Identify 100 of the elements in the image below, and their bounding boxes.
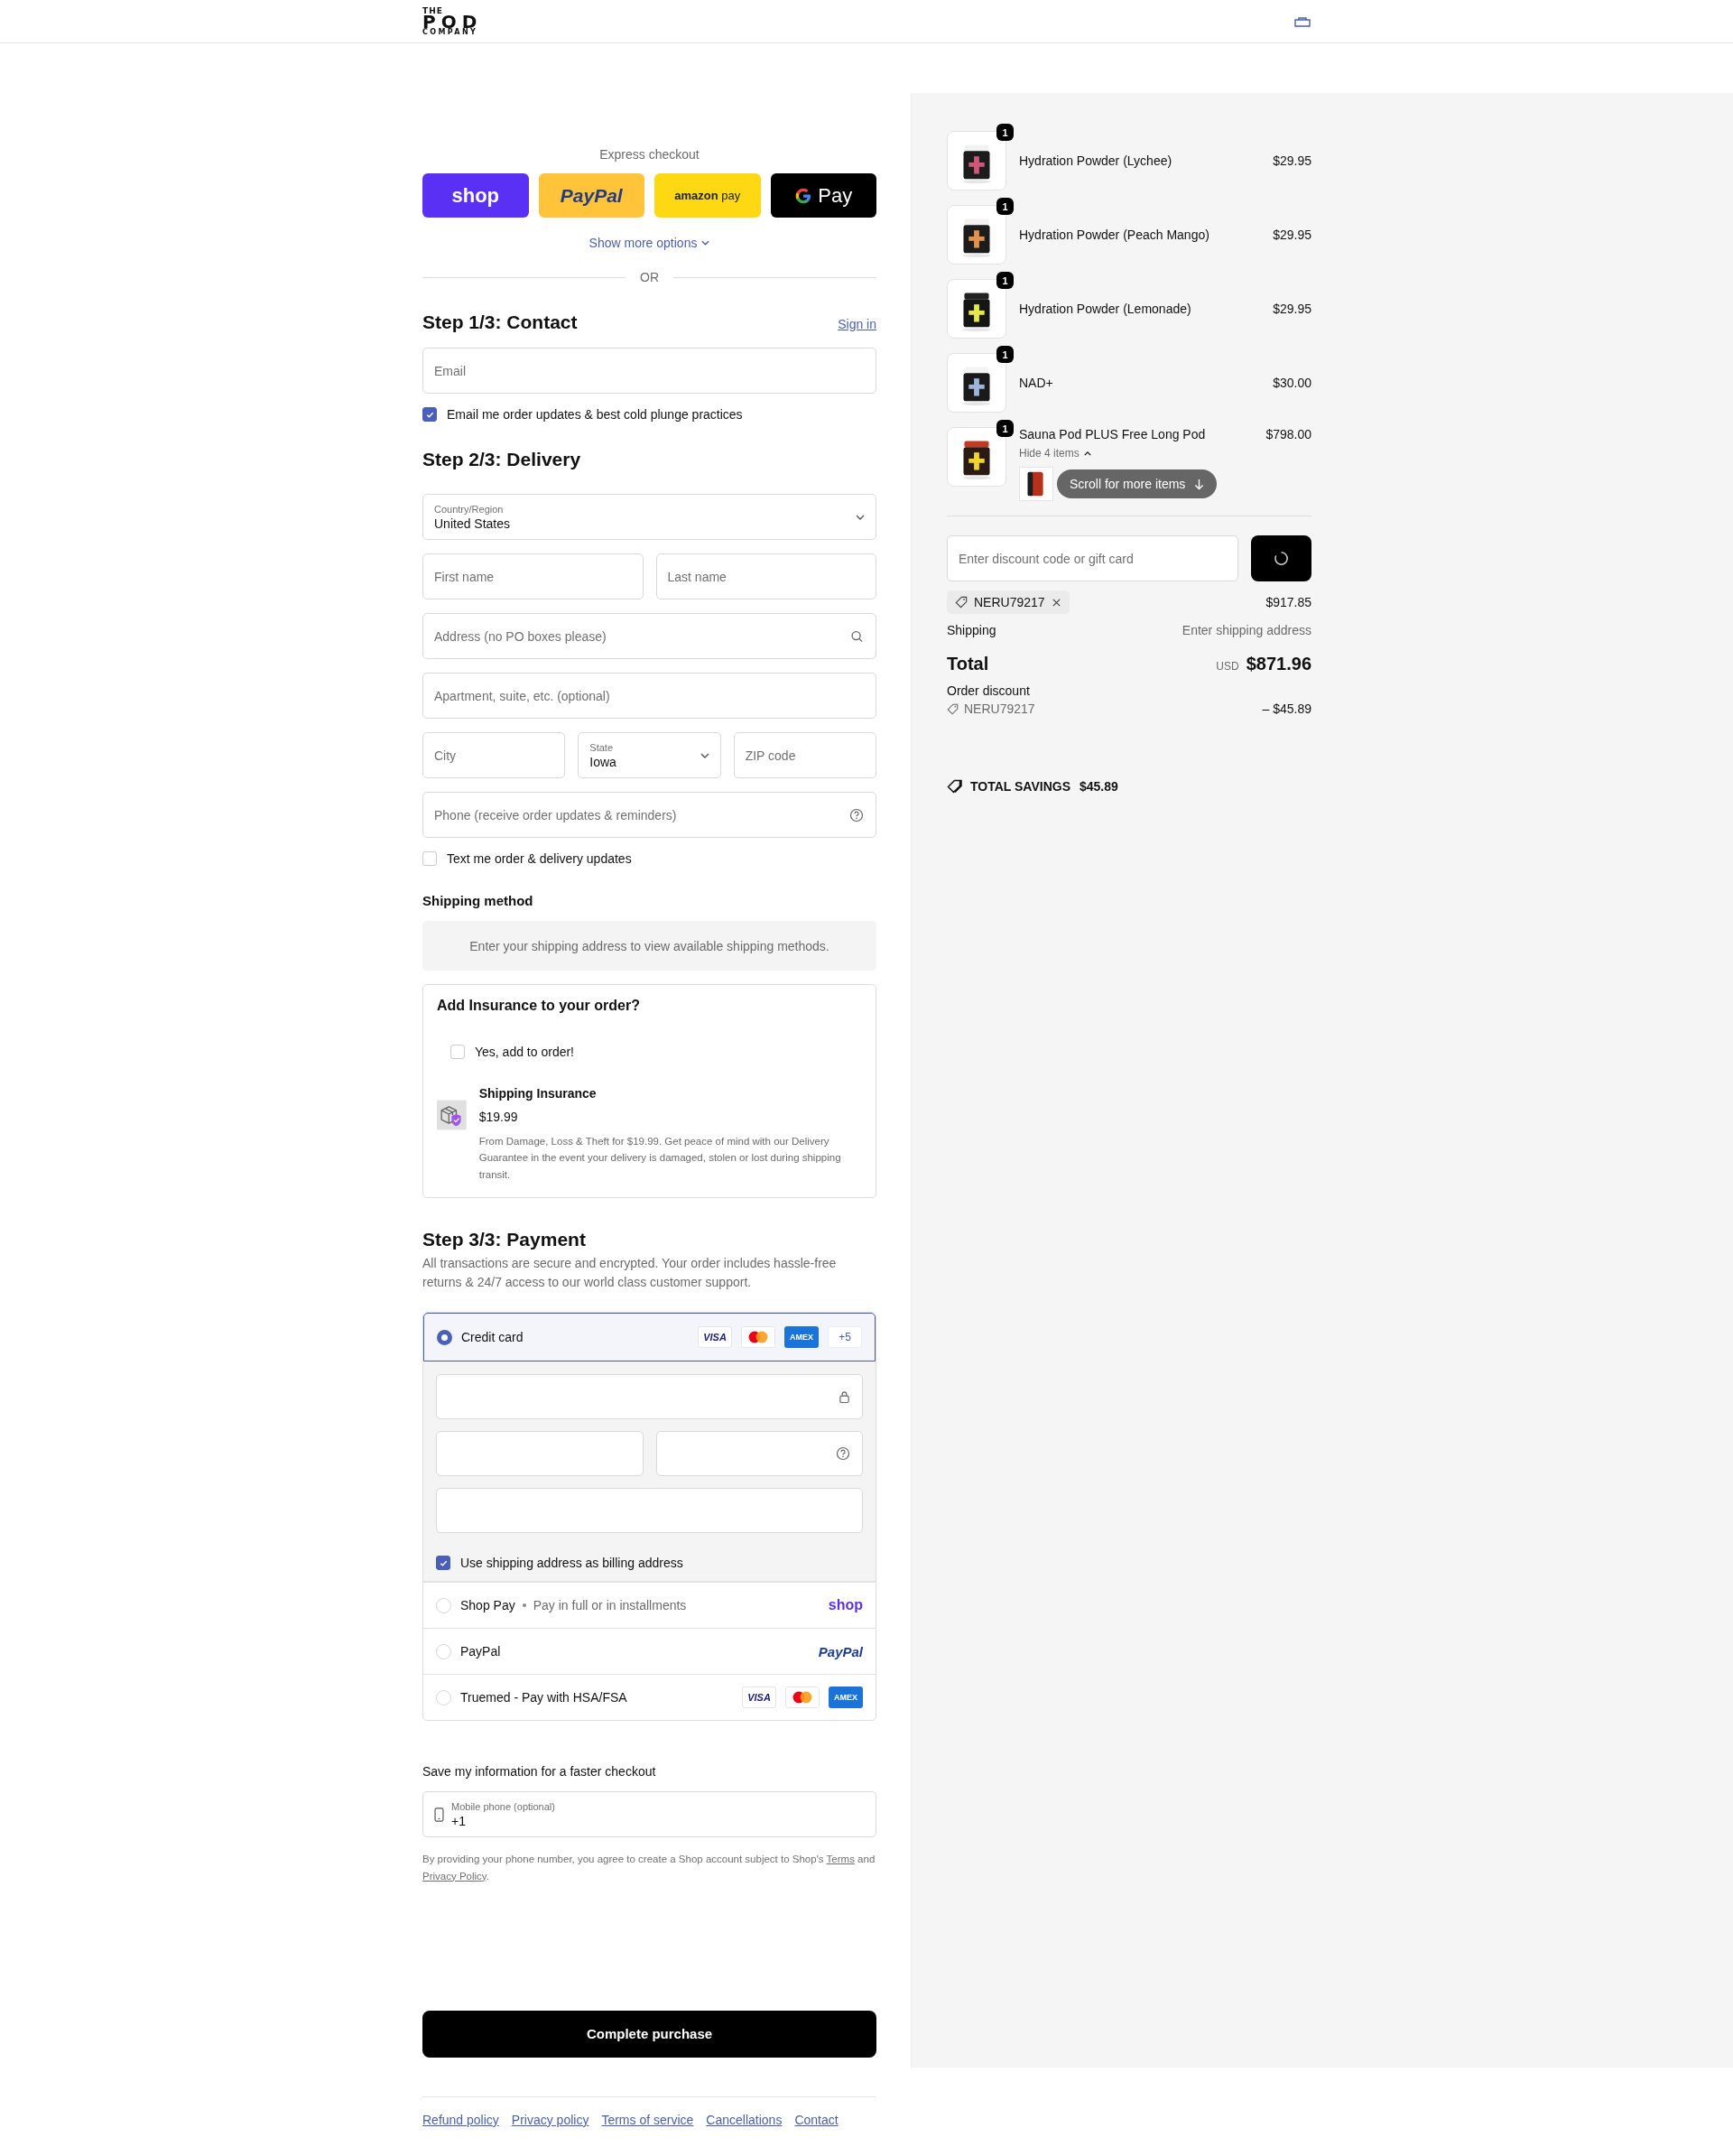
payment-heading: Step 3/3: Payment: [422, 1229, 587, 1251]
paypal-button[interactable]: PayPal: [538, 173, 644, 218]
g-logo-icon: [794, 186, 813, 205]
amazon-pay-button[interactable]: amazon pay: [654, 173, 761, 218]
arrow-down-icon: [1194, 478, 1205, 490]
or-divider-label: OR: [640, 270, 659, 284]
help-icon[interactable]: [849, 807, 864, 822]
radio-button[interactable]: [437, 1329, 452, 1345]
product-price: $29.95: [1273, 153, 1311, 168]
show-more-options-link[interactable]: Show more options: [588, 236, 710, 250]
payment-description: All transactions are secure and encrypted. Your order includes hassle-free returns & 24/7 access to our world class customer support.: [422, 1255, 838, 1292]
checkbox[interactable]: [436, 1556, 450, 1571]
security-code-field[interactable]: [655, 1431, 863, 1477]
city-field[interactable]: City: [422, 732, 566, 778]
payment-option-label: Shop Pay: [460, 1598, 515, 1613]
express-checkout-title: Express checkout: [598, 147, 700, 162]
discount-code-field[interactable]: Enter discount code or gift card: [947, 535, 1238, 581]
hide-items-toggle[interactable]: Hide 4 items: [1019, 447, 1091, 460]
bullet-icon: [522, 1603, 526, 1608]
shop-pay-button[interactable]: shop: [422, 173, 529, 218]
quantity-badge: 1: [996, 124, 1014, 141]
payment-option-label: Credit card: [461, 1330, 524, 1345]
apply-button[interactable]: [1251, 535, 1311, 581]
complete-purchase-button[interactable]: Complete purchase: [422, 2010, 876, 2058]
footer-link[interactable]: Contact: [794, 2112, 839, 2127]
footer-link[interactable]: Cancellations: [706, 2112, 783, 2127]
amex-logo: AMEX: [784, 1326, 819, 1349]
currency-code: USD: [1216, 660, 1239, 673]
contact-heading: Step 1/3: Contact: [422, 311, 578, 333]
zip-code-field[interactable]: ZIP code: [733, 732, 876, 778]
product-price: $30.00: [1273, 376, 1311, 390]
total-savings-amount: $45.89: [1080, 779, 1118, 794]
sign-in-link[interactable]: Sign in: [838, 317, 876, 331]
payment-option[interactable]: Truemed - Pay with HSA/FSA VISA AMEX: [423, 1674, 876, 1721]
product-name: Hydration Powder (Lychee): [1019, 153, 1172, 168]
insurance-heading: Add Insurance to your order?: [437, 998, 641, 1014]
lock-icon: [839, 1389, 850, 1404]
more-brands-badge: +5: [828, 1326, 862, 1349]
checkbox-label: Email me order updates & best cold plunge practices: [447, 407, 743, 422]
payment-option[interactable]: Shop Pay Pay in full or in installments shop: [423, 1582, 876, 1629]
total-amount: $871.96: [1246, 654, 1311, 674]
quantity-badge: 1: [996, 198, 1014, 215]
checkbox-label: Text me order & delivery updates: [447, 851, 632, 866]
save-info-heading: Save my information for a faster checkout: [422, 1764, 657, 1780]
mobile-phone-field[interactable]: Mobile phone (optional) +1: [422, 1791, 876, 1838]
delivery-heading: Step 2/3: Delivery: [422, 449, 582, 470]
tag-icon: [947, 702, 959, 715]
quantity-badge: 1: [996, 272, 1014, 289]
visa-logo: VISA: [698, 1326, 732, 1349]
payment-option-label: PayPal: [460, 1644, 501, 1659]
name-on-card-field[interactable]: [436, 1488, 863, 1534]
quantity-badge: 1: [996, 420, 1014, 437]
scroll-hint-pill[interactable]: Scroll for more items: [1057, 469, 1218, 498]
last-name-field[interactable]: Last name: [655, 553, 876, 599]
shipping-label: Shipping: [947, 623, 996, 637]
insurance-name: Shipping Insurance: [478, 1086, 598, 1101]
apartment-field[interactable]: Apartment, suite, etc. (optional): [422, 673, 876, 719]
bag-icon[interactable]: [1293, 14, 1311, 28]
tag-icon: [947, 779, 963, 794]
tag-icon: [955, 596, 968, 609]
footer-link[interactable]: Refund policy: [422, 2112, 499, 2127]
shipping-methods-notice: Enter your shipping address to view available shipping methods.: [422, 921, 876, 971]
quantity-badge: 1: [996, 346, 1014, 363]
state-select[interactable]: State Iowa: [578, 732, 721, 778]
email-field[interactable]: Email: [422, 348, 876, 394]
terms-link[interactable]: Terms: [826, 1854, 855, 1865]
checkbox[interactable]: [422, 407, 437, 422]
discount-code-label: NERU79217: [964, 702, 1035, 716]
product-name: NAD+: [1019, 376, 1053, 390]
address-field[interactable]: Address (no PO boxes please): [422, 613, 876, 659]
payment-option-subtitle: Pay in full or in installments: [533, 1598, 687, 1613]
visa-logo: VISA: [742, 1687, 776, 1709]
checkbox-label: Use shipping address as billing address: [460, 1556, 683, 1571]
product-name: Sauna Pod PLUS Free Long Pod: [1019, 427, 1206, 441]
expiration-date-field[interactable]: [436, 1431, 644, 1477]
discount-amount: – $45.89: [1262, 702, 1311, 716]
chevron-down-icon: [701, 240, 710, 246]
payment-option[interactable]: PayPal PayPal: [423, 1628, 876, 1675]
google-pay-button[interactable]: Pay: [770, 173, 876, 218]
total-label: Total: [947, 654, 989, 674]
chevron-down-icon: [700, 752, 709, 758]
card-number-field[interactable]: [436, 1374, 863, 1420]
legal-notice: By providing your phone number, you agree to create a Shop account subject to Shop's Terms and Privacy Policy.: [422, 1853, 876, 1883]
product-price: $798.00: [1265, 427, 1311, 441]
phone-field[interactable]: Phone (receive order updates & reminders): [422, 792, 876, 838]
shipping-value: Enter shipping address: [1182, 623, 1311, 637]
close-icon[interactable]: [1051, 597, 1061, 608]
footer-link[interactable]: Terms of service: [601, 2112, 694, 2127]
first-name-field[interactable]: First name: [422, 553, 644, 599]
total-savings-label: TOTAL SAVINGS: [970, 779, 1070, 794]
spinner-icon: [1273, 550, 1290, 567]
discount-code: NERU79217: [974, 595, 1045, 609]
payment-option[interactable]: Credit card VISA AMEX +5: [423, 1313, 876, 1362]
privacy-policy-link[interactable]: Privacy Policy: [422, 1870, 487, 1882]
product-price: $29.95: [1273, 302, 1311, 316]
insurance-price: $19.99: [478, 1110, 519, 1124]
footer-link[interactable]: Privacy policy: [511, 2112, 589, 2127]
help-icon[interactable]: [836, 1446, 850, 1462]
country-select[interactable]: Country/Region United States: [422, 494, 876, 540]
mobile-phone-icon: [434, 1807, 444, 1822]
